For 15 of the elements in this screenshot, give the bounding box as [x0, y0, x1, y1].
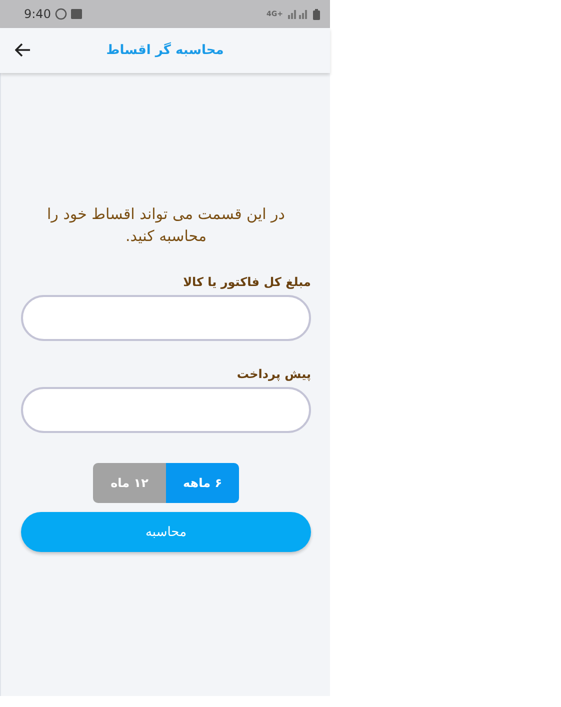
period-tab[interactable]: ۶ ماهه: [166, 463, 239, 503]
clock: 9:40: [24, 7, 51, 21]
intro-text: در این قسمت می تواند اقساط خود را محاسبه کنید.: [46, 204, 286, 247]
back-arrow-icon[interactable]: [15, 43, 31, 57]
chat-icon: [54, 8, 67, 20]
field-label: مبلغ کل فاکتور یا کالا: [182, 275, 311, 289]
input-field[interactable]: [21, 295, 311, 341]
period-tab[interactable]: ۱۲ ماه: [93, 463, 166, 503]
battery-icon: [313, 8, 320, 20]
input-field[interactable]: [21, 387, 311, 433]
message-icon: [70, 9, 82, 19]
signal-icon: [287, 9, 309, 19]
app-title: محاسبه گر اقساط: [106, 43, 224, 58]
field-label: پیش پرداخت: [236, 367, 311, 381]
calculate-button[interactable]: محاسبه: [21, 512, 311, 552]
